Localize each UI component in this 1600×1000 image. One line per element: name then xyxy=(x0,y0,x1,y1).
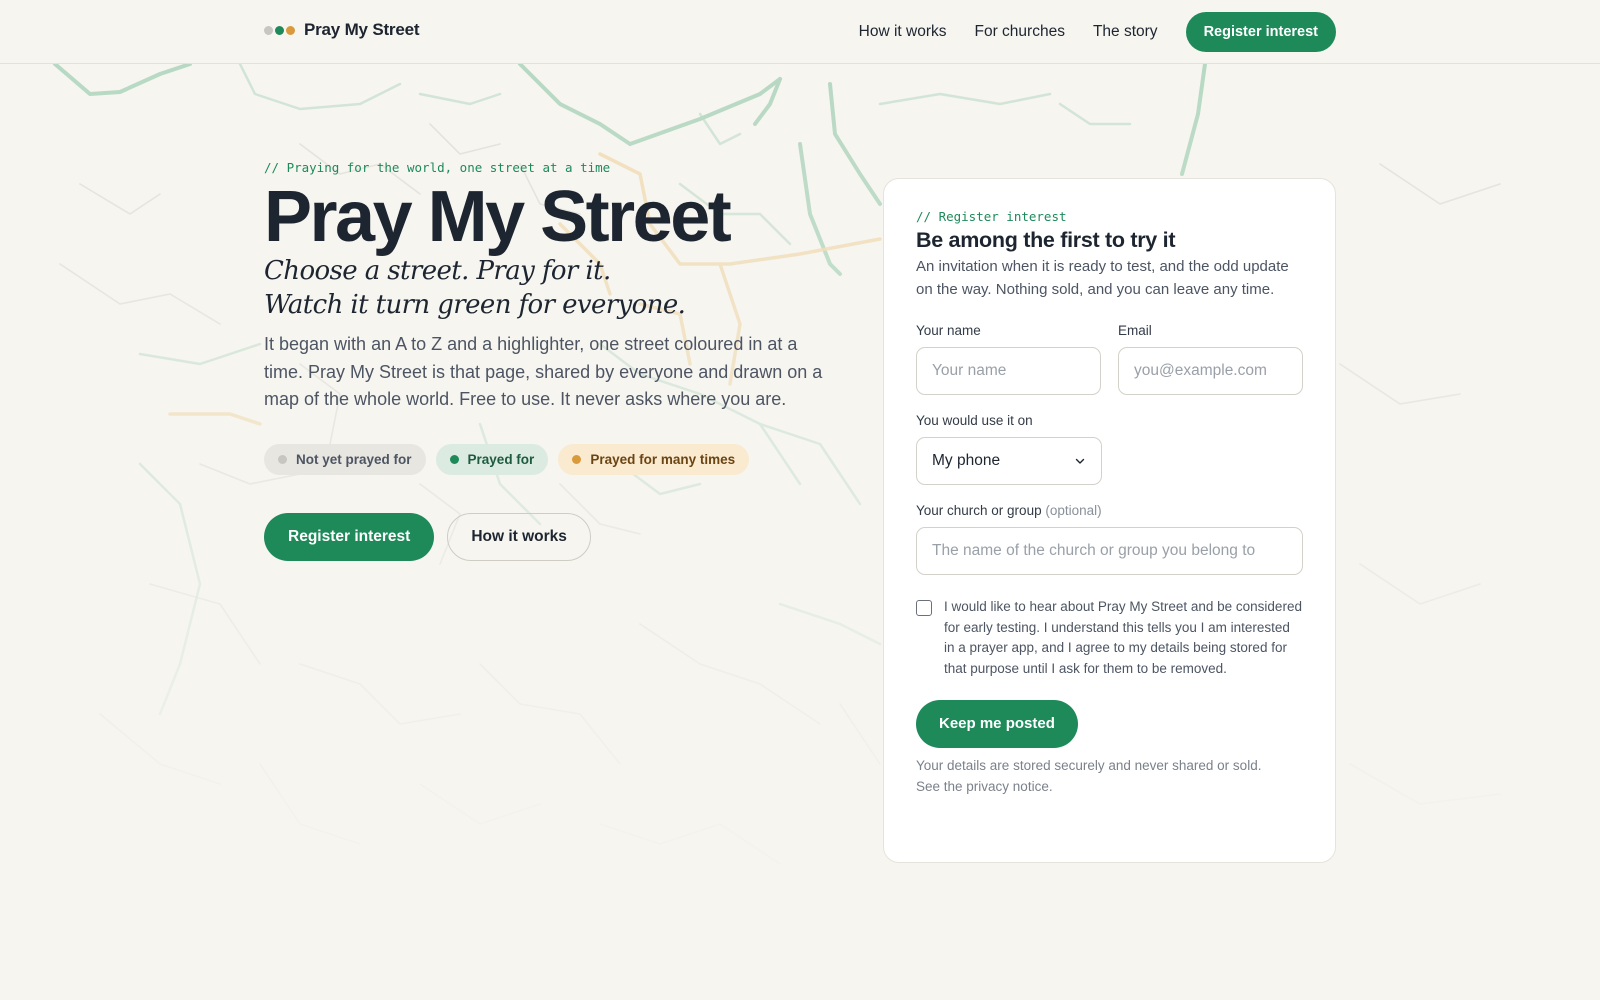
hero-ctas: Register interest How it works xyxy=(264,512,824,561)
keep-me-posted-button[interactable]: Keep me posted xyxy=(916,699,1078,748)
form-title: Be among the first to try it xyxy=(916,228,1176,252)
consent-row: I would like to hear about Pray My Stree… xyxy=(916,597,1303,680)
legend-prayed-many-times: Prayed for many times xyxy=(558,443,750,475)
logo-dot-green xyxy=(275,25,284,35)
privacy-notice-link[interactable]: See the privacy notice. xyxy=(916,779,1053,794)
church-field-group: Your church or group (optional) xyxy=(916,503,1303,575)
device-select[interactable]: My phone xyxy=(916,437,1102,485)
brand[interactable]: Pray My Street xyxy=(264,20,420,40)
legend-dot-grey xyxy=(278,454,287,464)
name-label: Your name xyxy=(916,323,981,338)
header-register-interest-button[interactable]: Register interest xyxy=(1185,12,1336,52)
form-lead: An invitation when it is ready to test, … xyxy=(916,258,1289,298)
email-label: Email xyxy=(1118,323,1152,338)
email-input[interactable] xyxy=(1118,347,1303,395)
hero-title: Pray My Street xyxy=(264,177,732,257)
hero-how-it-works-button[interactable]: How it works xyxy=(447,512,591,561)
legend-label: Not yet prayed for xyxy=(296,451,412,467)
device-select-value: My phone xyxy=(932,452,1001,469)
form-fineprint: Your details are stored securely and nev… xyxy=(916,756,1303,797)
hero-section: // Praying for the world, one street at … xyxy=(264,160,824,561)
brand-name: Pray My Street xyxy=(304,20,420,39)
form-eyebrow: // Register interest xyxy=(916,209,1067,224)
nav-link-for-churches[interactable]: For churches xyxy=(975,12,1065,52)
hero-eyebrow: // Praying for the world, one street at … xyxy=(264,160,611,175)
hero-tagline-line-2: Watch it turn green for everyone. xyxy=(264,290,686,320)
name-email-row: Your name Email xyxy=(916,323,1303,395)
legend-not-prayed: Not yet prayed for xyxy=(264,443,426,475)
legend-label: Prayed for many times xyxy=(590,451,736,467)
name-input[interactable] xyxy=(916,347,1101,395)
consent-text: I would like to hear about Pray My Stree… xyxy=(944,599,1302,677)
logo-dot-amber xyxy=(286,25,295,35)
brand-logo-dots xyxy=(264,25,295,35)
church-input[interactable] xyxy=(916,527,1303,575)
church-optional-note: (optional) xyxy=(1045,503,1102,518)
legend-label: Prayed for xyxy=(467,451,535,467)
logo-dot-grey xyxy=(264,25,273,35)
register-interest-card: // Register interest Be among the first … xyxy=(883,178,1336,863)
church-label-text: Your church or group xyxy=(916,503,1042,518)
nav-link-how-it-works[interactable]: How it works xyxy=(859,12,947,52)
map-legend: Not yet prayed for Prayed for Prayed for… xyxy=(264,443,824,475)
main-nav: How it works For churches The story Regi… xyxy=(859,12,1336,52)
hero-intro: It began with an A to Z and a highlighte… xyxy=(264,334,823,409)
fineprint-text: Your details are stored securely and nev… xyxy=(916,757,1262,773)
email-field-group: Email xyxy=(1118,323,1303,395)
consent-checkbox[interactable] xyxy=(916,600,932,616)
site-header: Pray My Street How it works For churches… xyxy=(0,0,1600,64)
church-label: Your church or group (optional) xyxy=(916,503,1303,518)
legend-dot-green xyxy=(449,454,459,464)
name-field-group: Your name xyxy=(916,323,1101,395)
device-label: You would use it on xyxy=(916,413,1033,428)
legend-prayed: Prayed for xyxy=(435,443,549,475)
chevron-down-icon xyxy=(1075,458,1085,464)
hero-register-interest-button[interactable]: Register interest xyxy=(264,512,435,561)
legend-dot-amber xyxy=(572,454,582,464)
nav-link-the-story[interactable]: The story xyxy=(1093,12,1158,52)
device-field-group: You would use it on My phone xyxy=(916,413,1303,485)
